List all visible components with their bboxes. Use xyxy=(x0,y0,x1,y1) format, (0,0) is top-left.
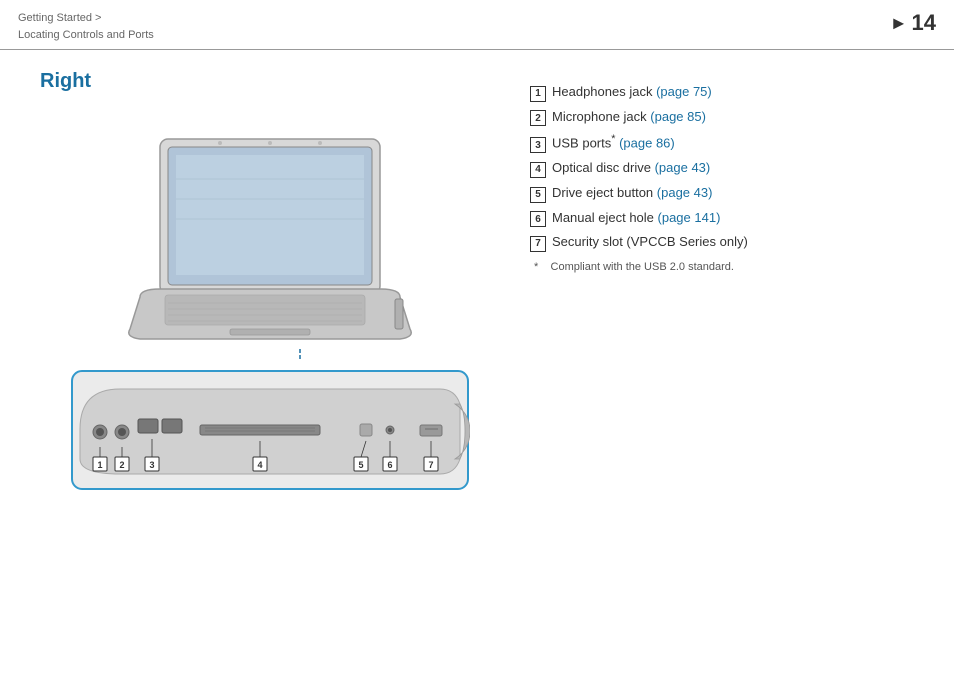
footnote: * Compliant with the USB 2.0 standard. xyxy=(530,261,924,273)
breadcrumb: Getting Started > Locating Controls and … xyxy=(18,10,154,43)
main-content: Right xyxy=(0,50,954,519)
svg-text:4: 4 xyxy=(257,460,262,470)
item-number-5: 5 xyxy=(530,187,546,203)
laptop-diagram xyxy=(100,119,440,359)
page-header: Getting Started > Locating Controls and … xyxy=(0,0,954,50)
item-number-2: 2 xyxy=(530,110,546,126)
svg-text:1: 1 xyxy=(97,460,102,470)
item-list: 1 Headphones jack (page 75) 2 Microphone… xyxy=(530,80,924,255)
item-label-2: Microphone jack (page 85) xyxy=(552,105,706,130)
section-title: Right xyxy=(40,70,510,93)
item-link-5[interactable]: (page 43) xyxy=(657,185,713,200)
breadcrumb-line2: Locating Controls and Ports xyxy=(18,27,154,44)
list-item: 2 Microphone jack (page 85) xyxy=(530,105,924,130)
list-item: 3 USB ports* (page 86) xyxy=(530,129,924,156)
item-label-7: Security slot (VPCCB Series only) xyxy=(552,230,748,255)
list-item: 4 Optical disc drive (page 43) xyxy=(530,156,924,181)
item-number-4: 4 xyxy=(530,162,546,178)
item-number-3: 3 xyxy=(530,137,546,153)
list-item: 5 Drive eject button (page 43) xyxy=(530,181,924,206)
asterisk-3: * xyxy=(611,133,615,145)
page-number: ► 14 xyxy=(890,10,936,36)
svg-text:6: 6 xyxy=(387,460,392,470)
left-panel: Right xyxy=(30,70,510,499)
svg-text:2: 2 xyxy=(119,460,124,470)
item-label-6: Manual eject hole (page 141) xyxy=(552,206,720,231)
svg-text:3: 3 xyxy=(149,460,154,470)
breadcrumb-line1: Getting Started > xyxy=(18,10,154,27)
item-link-2[interactable]: (page 85) xyxy=(650,109,706,124)
svg-text:5: 5 xyxy=(358,460,363,470)
footnote-marker: * xyxy=(534,261,547,273)
list-item: 1 Headphones jack (page 75) xyxy=(530,80,924,105)
right-panel: 1 Headphones jack (page 75) 2 Microphone… xyxy=(530,70,924,499)
item-number-6: 6 xyxy=(530,211,546,227)
item-label-3: USB ports* (page 86) xyxy=(552,129,675,156)
footnote-text: Compliant with the USB 2.0 standard. xyxy=(551,261,734,273)
item-number-1: 1 xyxy=(530,86,546,102)
item-label-5: Drive eject button (page 43) xyxy=(552,181,712,206)
item-link-6[interactable]: (page 141) xyxy=(658,210,721,225)
item-label-1: Headphones jack (page 75) xyxy=(552,80,712,105)
item-number-7: 7 xyxy=(530,236,546,252)
item-link-3[interactable]: (page 86) xyxy=(619,136,675,151)
list-item: 7 Security slot (VPCCB Series only) xyxy=(530,230,924,255)
item-label-4: Optical disc drive (page 43) xyxy=(552,156,710,181)
arrow-icon: ► xyxy=(890,13,908,34)
list-item: 6 Manual eject hole (page 141) xyxy=(530,206,924,231)
item-link-4[interactable]: (page 43) xyxy=(655,160,711,175)
item-link-1[interactable]: (page 75) xyxy=(656,84,712,99)
port-diagram: 1 2 3 4 5 6 7 xyxy=(70,369,470,499)
svg-text:7: 7 xyxy=(428,460,433,470)
